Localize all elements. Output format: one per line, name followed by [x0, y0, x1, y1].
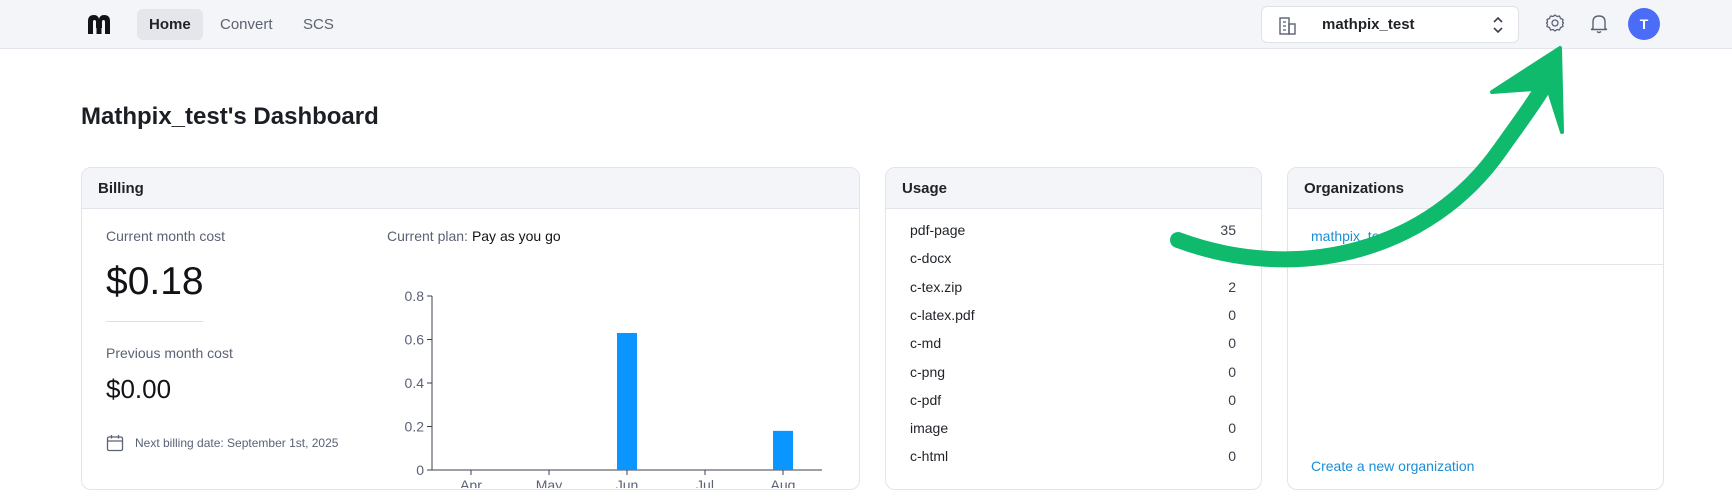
annotation-arrow — [1170, 46, 1564, 268]
